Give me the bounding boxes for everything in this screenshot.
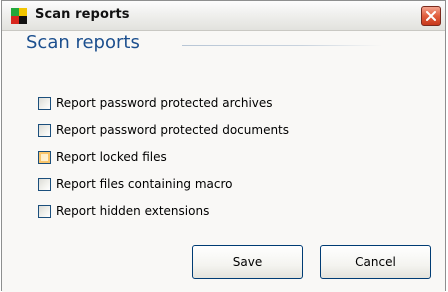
option-label: Report password protected documents	[56, 123, 290, 137]
option-password-documents[interactable]: Report password protected documents	[38, 122, 289, 138]
section-heading: Scan reports	[26, 32, 140, 53]
save-button[interactable]: Save	[192, 245, 303, 279]
heading-divider	[182, 45, 382, 46]
scan-reports-dialog: Scan reports Scan reports Report passwor…	[1, 0, 446, 292]
cancel-button[interactable]: Cancel	[320, 245, 431, 279]
option-files-macro[interactable]: Report files containing macro	[38, 176, 233, 192]
option-password-archives[interactable]: Report password protected archives	[38, 95, 273, 111]
option-label: Report hidden extensions	[56, 204, 210, 218]
checkbox[interactable]	[38, 123, 51, 137]
option-locked-files[interactable]: Report locked files	[38, 149, 167, 165]
close-icon	[426, 11, 436, 21]
window-title: Scan reports	[35, 7, 130, 22]
option-hidden-extensions[interactable]: Report hidden extensions	[38, 203, 209, 219]
checkbox[interactable]	[38, 150, 51, 164]
option-label: Report files containing macro	[56, 177, 233, 191]
option-label: Report locked files	[56, 150, 167, 164]
title-bar[interactable]: Scan reports	[2, 1, 445, 31]
close-button[interactable]	[421, 6, 441, 26]
checkbox[interactable]	[38, 177, 51, 191]
checkbox[interactable]	[38, 204, 51, 218]
avg-logo-icon	[11, 8, 27, 24]
checkbox[interactable]	[38, 96, 51, 110]
option-label: Report password protected archives	[56, 96, 273, 110]
